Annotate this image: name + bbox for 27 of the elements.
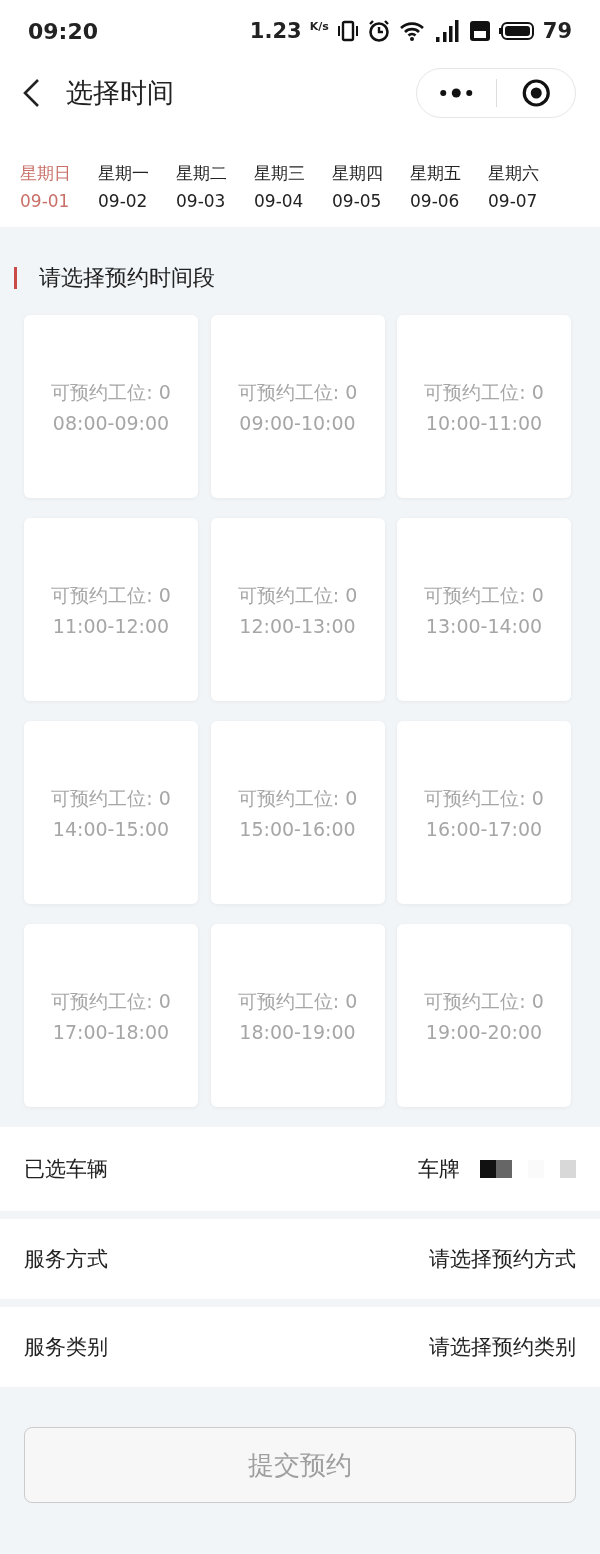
battery-icon [498, 21, 535, 41]
section-title: 请选择预约时间段 [39, 264, 215, 292]
wifi-icon [398, 20, 425, 42]
speed-unit: K/s [309, 19, 329, 33]
page-title: 选择时间 [66, 76, 175, 110]
row-value: 请选择预约类别 [429, 1334, 576, 1361]
day-tab[interactable]: 星期四 09-05 [332, 162, 410, 211]
network-speed: 1.23 [249, 19, 302, 43]
form-row[interactable]: 服务方式 请选择预约方式 [0, 1219, 600, 1299]
day-tab[interactable]: 星期一 09-02 [98, 162, 176, 211]
row-label: 服务类别 [24, 1334, 109, 1361]
day-tab[interactable]: 星期三 09-04 [254, 162, 332, 211]
form-row[interactable]: 服务类别 请选择预约类别 [0, 1307, 600, 1387]
hd-icon [468, 20, 491, 42]
alarm-icon [366, 19, 391, 43]
row-value: 请选择预约方式 [429, 1246, 576, 1273]
row-label: 已选车辆 [24, 1156, 109, 1183]
day-tab[interactable]: 星期六 09-07 [488, 162, 566, 211]
status-time: 09:20 [28, 18, 100, 44]
day-tab[interactable]: 星期日 09-01 [20, 162, 98, 211]
row-value: 车牌 [418, 1156, 460, 1183]
battery-level: 79 [542, 19, 572, 43]
day-tab[interactable]: 星期二 09-03 [176, 162, 254, 211]
row-label: 服务方式 [24, 1246, 109, 1273]
form-row[interactable]: 已选车辆 车牌 [0, 1127, 600, 1211]
vibrate-icon [336, 20, 359, 42]
day-tab[interactable]: 星期五 09-06 [410, 162, 488, 211]
